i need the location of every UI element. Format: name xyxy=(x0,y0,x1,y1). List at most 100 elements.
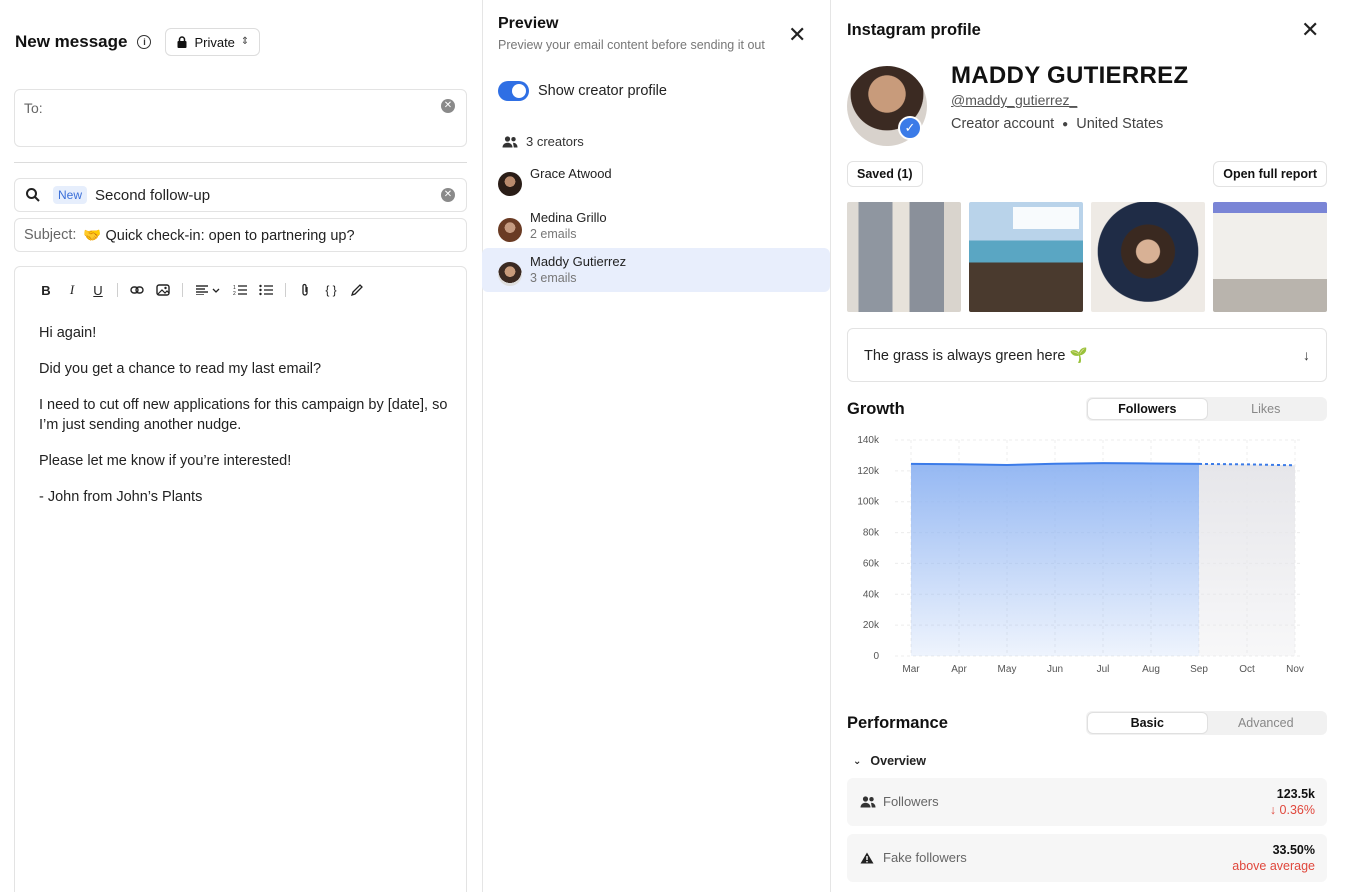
growth-chart: 0 20k 40k 60k 80k 100k 120k 140k Mar Apr May Jun Jul… xyxy=(857,435,1304,675)
separator-dot: ● xyxy=(1062,118,1069,130)
profile-handle-link[interactable]: @maddy_gutierrez_ xyxy=(951,92,1077,108)
numbered-list-icon[interactable]: 12 xyxy=(227,281,253,299)
editor-toolbar: B I U 12 { } xyxy=(33,281,370,299)
post-thumbnail[interactable] xyxy=(1213,202,1327,312)
align-left-icon[interactable] xyxy=(189,281,227,299)
privacy-label: Private xyxy=(194,34,235,50)
y-tick-label: 40k xyxy=(863,589,880,600)
instagram-profile-panel: Instagram profile ✕ ✓ MADDY GUTIERREZ @m… xyxy=(831,0,1345,892)
new-badge: New xyxy=(53,186,88,204)
performance-tabs: Basic Advanced xyxy=(1086,711,1327,735)
lock-icon xyxy=(177,36,187,48)
performance-title: Performance xyxy=(847,714,948,732)
y-tick-label: 80k xyxy=(863,528,880,539)
bullet-list-icon[interactable] xyxy=(253,281,279,299)
tab-likes[interactable]: Likes xyxy=(1207,399,1326,419)
show-profile-toggle[interactable] xyxy=(498,81,529,101)
creators-count: 3 creators xyxy=(502,134,584,149)
post-thumbnail[interactable] xyxy=(1091,202,1205,312)
divider xyxy=(14,162,467,163)
people-icon xyxy=(860,796,876,808)
attachment-icon[interactable] xyxy=(292,281,318,299)
verified-badge-icon: ✓ xyxy=(898,116,922,140)
metric-followers: Followers 123.5k ↓ 0.36% xyxy=(847,778,1327,826)
creator-emails: 2 emails xyxy=(530,227,577,241)
creator-name: Grace Atwood xyxy=(530,166,612,181)
clear-to-icon[interactable]: ✕ xyxy=(441,99,455,113)
projected-area-fill xyxy=(1199,463,1295,656)
creator-list: Grace Atwood Medina Grillo 2 emails Madd… xyxy=(482,160,830,292)
search-icon xyxy=(26,188,40,202)
preview-title: Preview xyxy=(498,15,559,32)
body-line: - John from John’s Plants xyxy=(39,489,203,505)
y-tick-label: 120k xyxy=(857,466,880,477)
avatar xyxy=(498,172,522,196)
toggle-label: Show creator profile xyxy=(538,83,667,99)
composer-header: New message i Private ⇕ xyxy=(15,27,261,57)
creator-item[interactable]: Medina Grillo 2 emails xyxy=(482,204,830,248)
template-search-input[interactable]: New Second follow-up ✕ xyxy=(14,178,467,212)
signature-pen-icon[interactable] xyxy=(344,281,370,299)
clear-template-icon[interactable]: ✕ xyxy=(441,188,455,202)
image-icon[interactable] xyxy=(150,281,176,299)
underline-icon[interactable]: U xyxy=(85,281,111,299)
metric-value: 123.5k xyxy=(1276,787,1315,801)
link-icon[interactable] xyxy=(124,281,150,299)
tab-basic[interactable]: Basic xyxy=(1088,713,1207,733)
metric-fake-followers: Fake followers 33.50% above average xyxy=(847,834,1327,882)
body-line: Did you get a chance to read my last ema… xyxy=(39,361,322,377)
x-tick-label: Apr xyxy=(951,664,967,675)
info-icon[interactable]: i xyxy=(137,35,152,49)
open-full-report-button[interactable]: Open full report xyxy=(1213,161,1327,187)
body-line: I need to cut off new applications for t… xyxy=(39,397,448,433)
profile-meta: Creator account ● United States xyxy=(951,116,1163,132)
post-thumbnail[interactable] xyxy=(847,202,961,312)
italic-icon[interactable]: I xyxy=(59,281,85,299)
creator-item-selected[interactable]: Maddy Gutierrez 3 emails xyxy=(482,248,830,292)
subject-value: 🤝 Quick check-in: open to partnering up? xyxy=(83,227,355,244)
creator-item[interactable]: Grace Atwood xyxy=(482,160,830,204)
metric-change: ↓ 0.36% xyxy=(1269,803,1315,817)
body-line: Hi again! xyxy=(39,325,97,341)
metric-label: Followers xyxy=(883,794,939,809)
body-line: Please let me know if you’re interested! xyxy=(39,453,292,469)
preview-subtitle: Preview your email content before sendin… xyxy=(498,38,765,52)
subject-label: Subject: xyxy=(24,227,77,243)
growth-title: Growth xyxy=(847,400,905,418)
x-tick-label: Jun xyxy=(1047,664,1063,675)
saved-button[interactable]: Saved (1) xyxy=(847,161,923,187)
bio-text: The grass is always green here 🌱 xyxy=(864,347,1088,364)
close-preview-icon[interactable]: ✕ xyxy=(788,24,806,46)
close-profile-icon[interactable]: ✕ xyxy=(1301,19,1319,41)
x-tick-label: Oct xyxy=(1239,664,1255,675)
to-label: To: xyxy=(24,100,43,116)
message-editor[interactable]: B I U 12 { } Hi again! Did you get a cha… xyxy=(14,266,467,892)
account-type: Creator account xyxy=(951,116,1055,132)
bio-expander[interactable]: The grass is always green here 🌱 ↓ xyxy=(847,328,1327,382)
code-icon[interactable]: { } xyxy=(318,281,344,299)
toolbar-divider xyxy=(117,283,118,297)
avatar xyxy=(498,262,522,286)
x-tick-label: May xyxy=(998,664,1017,675)
svg-text:2: 2 xyxy=(233,291,236,296)
editor-body[interactable]: Hi again! Did you get a chance to read m… xyxy=(39,323,449,523)
y-tick-label: 0 xyxy=(873,651,879,662)
bold-icon[interactable]: B xyxy=(33,281,59,299)
overview-toggle[interactable]: ⌄ Overview xyxy=(853,754,926,768)
growth-tabs: Followers Likes xyxy=(1086,397,1327,421)
tab-followers[interactable]: Followers xyxy=(1088,399,1207,419)
tab-advanced[interactable]: Advanced xyxy=(1207,713,1326,733)
subject-field[interactable]: Subject: 🤝 Quick check-in: open to partn… xyxy=(14,218,467,252)
x-tick-label: Aug xyxy=(1142,664,1160,675)
metric-value: 33.50% xyxy=(1272,843,1315,857)
recent-posts xyxy=(847,202,1327,312)
x-tick-label: Sep xyxy=(1190,664,1208,675)
y-tick-label: 140k xyxy=(857,435,880,446)
to-field[interactable]: To: ✕ xyxy=(14,89,467,147)
creator-name: Medina Grillo xyxy=(530,210,607,225)
privacy-select[interactable]: Private ⇕ xyxy=(165,28,261,56)
toolbar-divider xyxy=(285,283,286,297)
post-thumbnail[interactable] xyxy=(969,202,1083,312)
area-fill xyxy=(911,463,1199,656)
profile-panel-title: Instagram profile xyxy=(847,21,981,39)
